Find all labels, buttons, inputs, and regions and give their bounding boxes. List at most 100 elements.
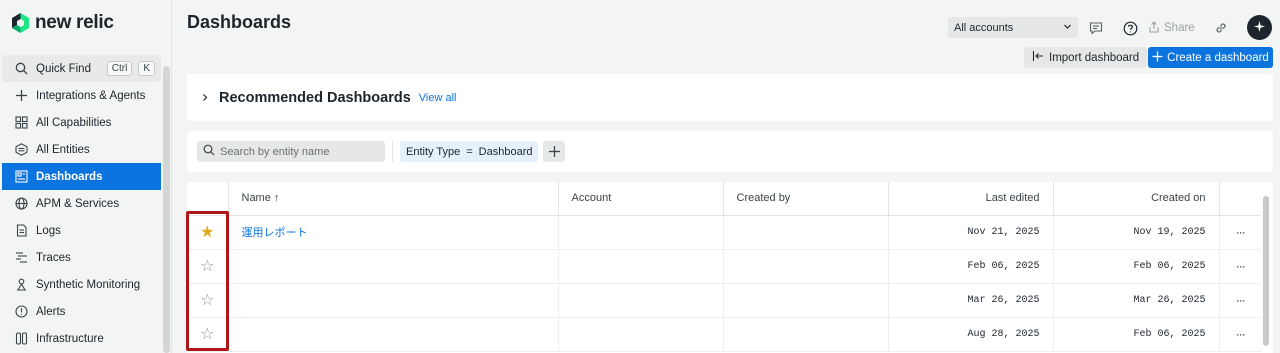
last-edited-cell: Feb 06, 2025 [888, 249, 1054, 284]
import-dashboard-button[interactable]: Import dashboard [1024, 47, 1148, 68]
sidebar-item-infrastructure[interactable]: Infrastructure [2, 325, 161, 352]
search-box[interactable] [197, 141, 385, 162]
dashboard-name-link[interactable]: 運用レポート [242, 227, 308, 239]
star-filled-icon[interactable]: ★ [200, 224, 214, 241]
name-cell[interactable] [228, 249, 559, 284]
table-row[interactable]: ★ 運用レポート Nov 21, 2025 Nov 19, 2025 ··· [187, 215, 1261, 250]
sidebar-item-integrations[interactable]: Integrations & Agents [2, 82, 161, 109]
dashboard-icon [14, 170, 28, 184]
star-outline-icon[interactable]: ☆ [200, 326, 214, 343]
column-header-name[interactable]: Name ↑ [228, 182, 559, 216]
favorite-cell[interactable]: ☆ [187, 317, 229, 352]
filter-bar: Entity Type = Dashboard [187, 131, 1273, 172]
sidebar-item-synthetic-monitoring[interactable]: Synthetic Monitoring [2, 271, 161, 298]
favorite-cell[interactable]: ☆ [187, 283, 229, 318]
account-select-value: All accounts [954, 21, 1014, 34]
traces-icon [14, 251, 28, 265]
sidebar-item-traces[interactable]: Traces [2, 244, 161, 271]
column-header-last-edited[interactable]: Last edited [888, 182, 1054, 216]
help-icon[interactable] [1119, 17, 1141, 39]
created-on-cell: Nov 19, 2025 [1053, 215, 1220, 250]
name-cell[interactable] [228, 283, 559, 318]
chip-key: Entity Type [406, 145, 461, 158]
globe-icon [14, 197, 28, 211]
share-button[interactable]: Share [1148, 17, 1195, 39]
feedback-icon[interactable] [1085, 17, 1107, 39]
sidebar-item-label: Integrations & Agents [36, 89, 146, 102]
name-cell[interactable]: 運用レポート [228, 215, 559, 250]
ai-assistant-button[interactable] [1247, 15, 1272, 40]
sidebar-item-alerts[interactable]: Alerts [2, 298, 161, 325]
row-menu-button[interactable]: ··· [1219, 283, 1261, 318]
column-header-created-by[interactable]: Created by [723, 182, 889, 216]
link-icon[interactable] [1210, 17, 1232, 39]
create-label: Create a dashboard [1167, 51, 1269, 64]
create-dashboard-button[interactable]: Create a dashboard [1148, 47, 1273, 68]
synthetics-icon [14, 278, 28, 292]
chevron-down-icon [1063, 22, 1072, 34]
created-by-cell [723, 317, 889, 352]
logo-mark-icon [12, 13, 29, 33]
sidebar-item-logs[interactable]: Logs [2, 217, 161, 244]
more-icon: ··· [1235, 259, 1246, 273]
sidebar: new relic Quick Find Ctrl K Integrations… [0, 0, 172, 353]
star-outline-icon[interactable]: ☆ [200, 258, 214, 275]
row-menu-button[interactable]: ··· [1219, 249, 1261, 284]
logo-text: new relic [35, 12, 114, 33]
created-by-cell [723, 249, 889, 284]
sidebar-item-label: Quick Find [36, 62, 91, 75]
sidebar-item-all-capabilities[interactable]: All Capabilities [2, 109, 161, 136]
favorite-cell[interactable]: ★ [187, 215, 229, 250]
table-row[interactable]: ☆ Aug 28, 2025 Feb 06, 2025 ··· [187, 317, 1261, 352]
sidebar-item-label: APM & Services [36, 197, 120, 210]
recommended-dashboards-card: Recommended Dashboards View all [187, 74, 1273, 121]
view-all-link[interactable]: View all [419, 92, 457, 104]
row-menu-button[interactable]: ··· [1219, 215, 1261, 250]
grid-icon [14, 116, 28, 130]
import-label: Import dashboard [1049, 51, 1140, 64]
last-edited-cell: Aug 28, 2025 [888, 317, 1054, 352]
sidebar-item-all-entities[interactable]: All Entities [2, 136, 161, 163]
divider [392, 141, 393, 162]
table-row[interactable]: ☆ Feb 06, 2025 Feb 06, 2025 ··· [187, 249, 1261, 284]
sidebar-scrollbar[interactable] [163, 66, 170, 353]
created-by-cell [723, 283, 889, 318]
last-edited-cell: Nov 21, 2025 [888, 215, 1054, 250]
column-header-account[interactable]: Account [558, 182, 724, 216]
row-menu-button[interactable]: ··· [1219, 317, 1261, 352]
add-filter-button[interactable] [543, 141, 565, 162]
share-label: Share [1164, 22, 1195, 34]
hexagon-icon [14, 143, 28, 157]
document-icon [14, 224, 28, 238]
column-header-created-on[interactable]: Created on [1053, 182, 1220, 216]
sidebar-item-apm-services[interactable]: APM & Services [2, 190, 161, 217]
share-icon [1148, 20, 1160, 36]
sidebar-item-dashboards[interactable]: Dashboards [2, 163, 161, 190]
alert-icon [14, 305, 28, 319]
more-icon: ··· [1235, 293, 1246, 307]
search-icon [14, 62, 28, 76]
more-icon: ··· [1235, 327, 1246, 341]
recommended-title[interactable]: Recommended Dashboards [219, 90, 411, 106]
sidebar-item-quick-find[interactable]: Quick Find Ctrl K [2, 55, 161, 82]
new-relic-logo[interactable]: new relic [12, 12, 114, 34]
chevron-right-icon[interactable] [201, 91, 209, 105]
sparkle-icon [1253, 20, 1266, 36]
actions-column-header [1219, 182, 1261, 216]
sidebar-item-label: All Entities [36, 143, 90, 156]
account-select[interactable]: All accounts [948, 17, 1078, 38]
account-cell [558, 283, 724, 318]
chip-operator: = [466, 145, 473, 158]
shortcut-keys: Ctrl K [105, 61, 155, 76]
star-outline-icon[interactable]: ☆ [200, 292, 214, 309]
last-edited-cell: Mar 26, 2025 [888, 283, 1054, 318]
table-scrollbar[interactable] [1263, 196, 1269, 346]
search-input[interactable] [220, 145, 380, 158]
created-on-cell: Feb 06, 2025 [1053, 317, 1220, 352]
name-cell[interactable] [228, 317, 559, 352]
favorite-cell[interactable]: ☆ [187, 249, 229, 284]
created-by-cell [723, 215, 889, 250]
entity-type-filter-chip[interactable]: Entity Type = Dashboard [400, 141, 539, 162]
search-icon [203, 144, 215, 159]
table-row[interactable]: ☆ Mar 26, 2025 Mar 26, 2025 ··· [187, 283, 1261, 318]
